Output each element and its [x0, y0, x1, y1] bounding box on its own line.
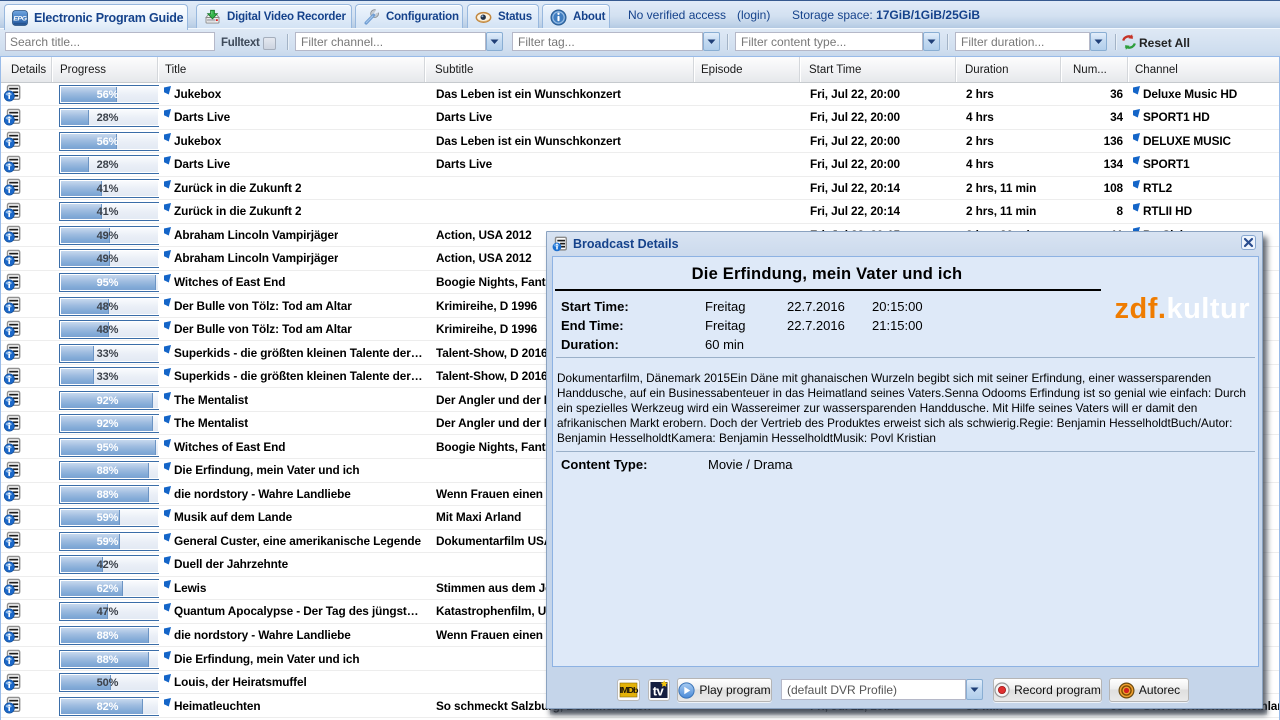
svg-text:IMDb: IMDb — [620, 685, 639, 695]
svg-text:EPG: EPG — [13, 15, 27, 22]
